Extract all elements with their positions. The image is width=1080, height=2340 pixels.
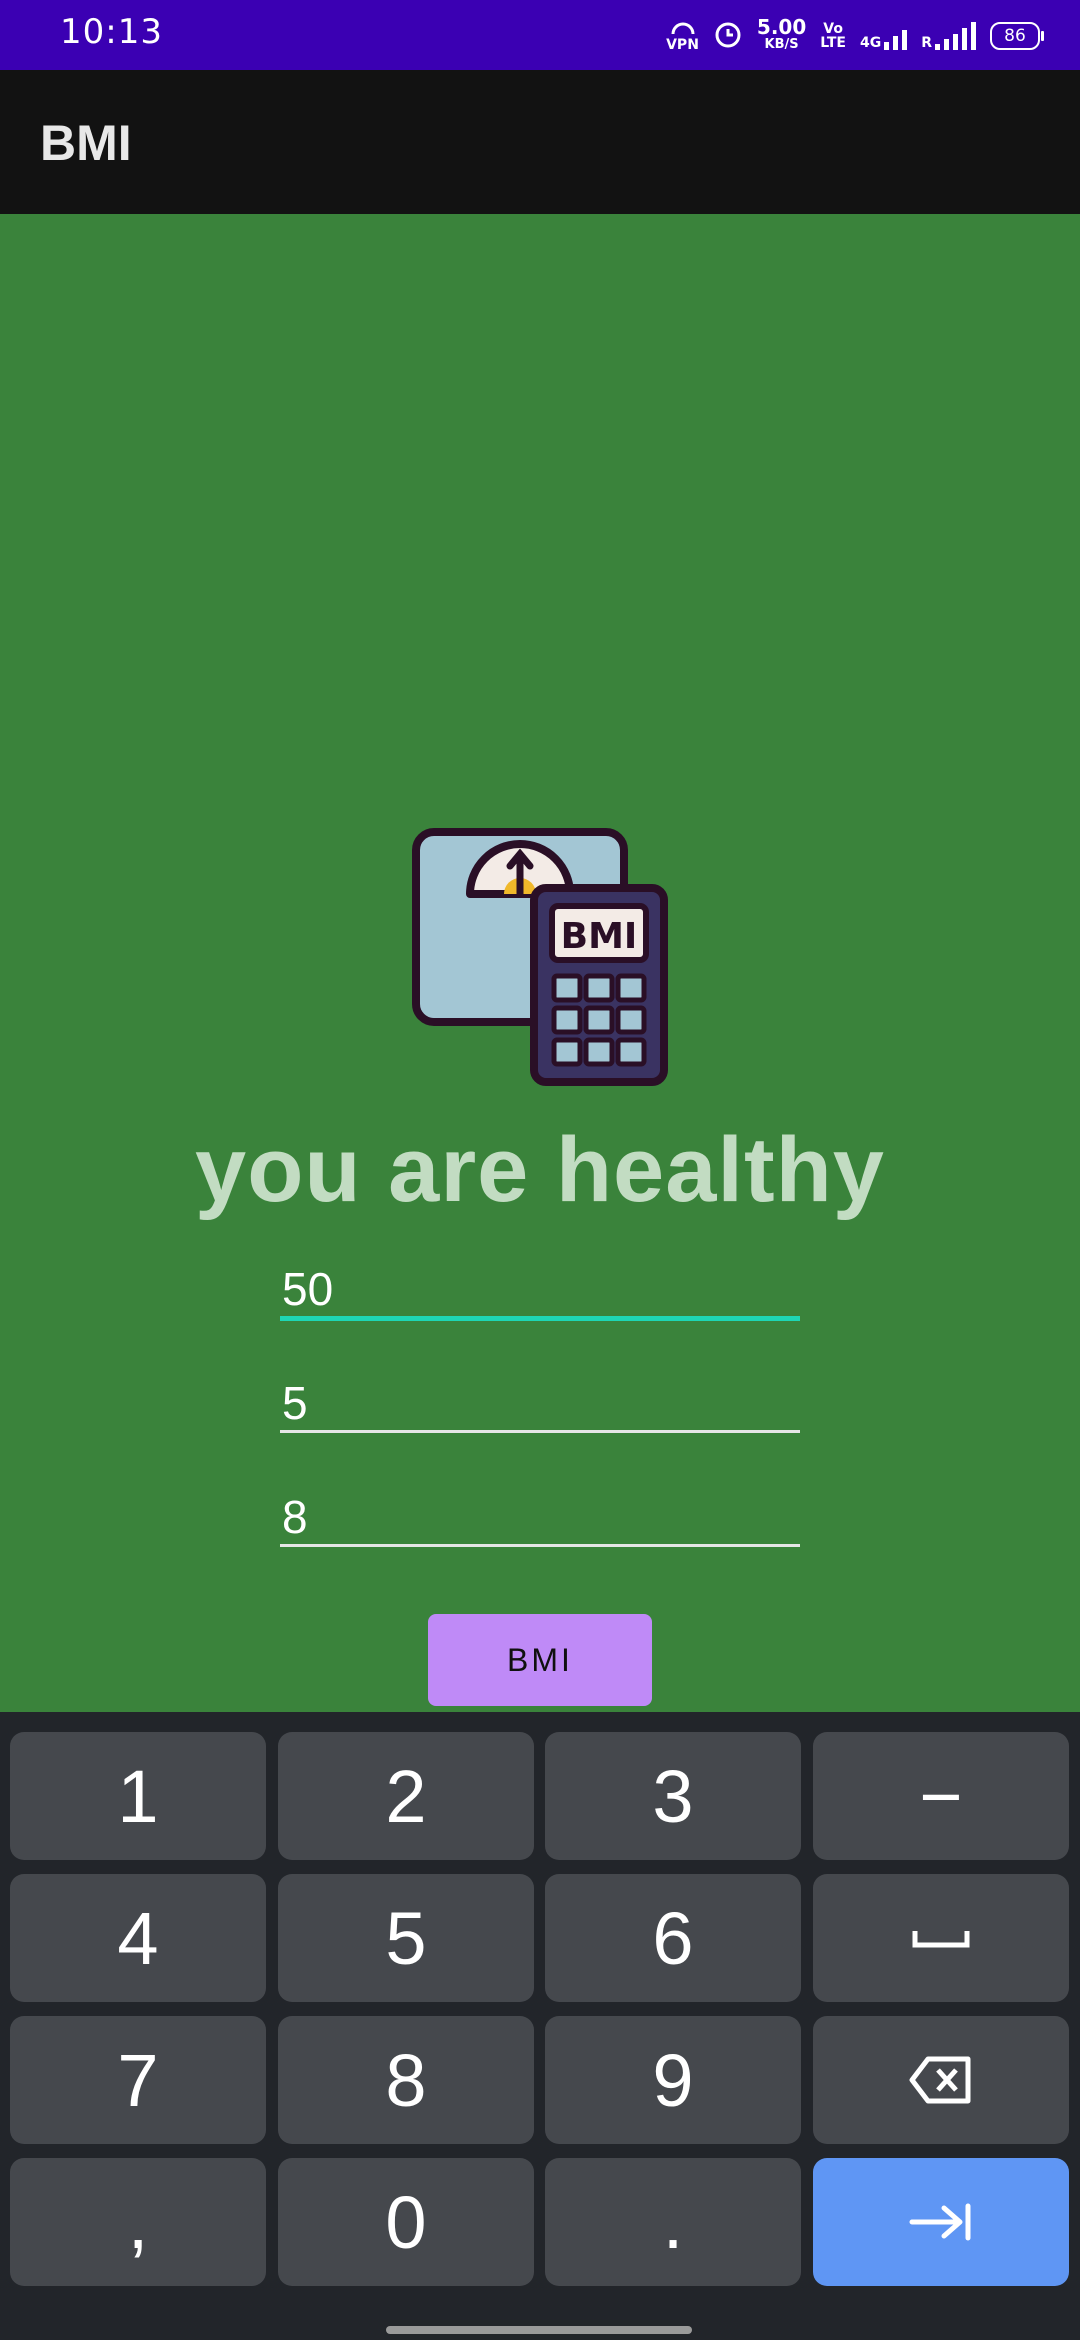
key-7[interactable]: 7 bbox=[10, 2016, 266, 2144]
weight-field[interactable] bbox=[280, 1262, 800, 1321]
height-feet-field[interactable] bbox=[280, 1376, 800, 1433]
svg-text:BMI: BMI bbox=[561, 916, 638, 957]
key-5[interactable]: 5 bbox=[278, 1874, 534, 2002]
key-9[interactable]: 9 bbox=[545, 2016, 801, 2144]
key-0[interactable]: 0 bbox=[278, 2158, 534, 2286]
key-4[interactable]: 4 bbox=[10, 1874, 266, 2002]
result-text: you are healthy bbox=[195, 1119, 885, 1221]
tab-enter-icon bbox=[909, 2203, 971, 2241]
key-minus[interactable]: − bbox=[813, 1732, 1069, 1860]
height-inches-field[interactable] bbox=[280, 1490, 800, 1547]
bmi-button[interactable]: BMI bbox=[428, 1614, 652, 1706]
key-space[interactable] bbox=[813, 1874, 1069, 2002]
space-bar-icon bbox=[912, 1931, 970, 1948]
alarm-icon bbox=[713, 19, 743, 53]
bmi-scale-calculator-icon: BMI bbox=[410, 826, 670, 1090]
status-time: 10:13 bbox=[60, 12, 163, 52]
gesture-nav-bar[interactable] bbox=[386, 2326, 692, 2334]
vpn-icon: VPN bbox=[666, 21, 699, 52]
key-8[interactable]: 8 bbox=[278, 2016, 534, 2144]
field-underline bbox=[280, 1316, 800, 1321]
app-bar: BMI bbox=[0, 70, 1080, 214]
field-underline bbox=[280, 1430, 800, 1433]
backspace-icon bbox=[909, 2056, 971, 2104]
battery-icon: 86 bbox=[990, 22, 1044, 50]
height-inches-input[interactable] bbox=[280, 1490, 800, 1544]
key-enter[interactable] bbox=[813, 2158, 1069, 2286]
network-speed: 5.00 KB/S bbox=[756, 15, 807, 52]
key-3[interactable]: 3 bbox=[545, 1732, 801, 1860]
key-6[interactable]: 6 bbox=[545, 1874, 801, 2002]
key-2[interactable]: 2 bbox=[278, 1732, 534, 1860]
app-title: BMI bbox=[40, 115, 132, 171]
signal-roaming-icon: R bbox=[921, 22, 976, 50]
status-bar: 10:13 VPN 5.00 KB/S Vo LTE 4G R 86 bbox=[0, 0, 1080, 70]
weight-input[interactable] bbox=[280, 1262, 800, 1316]
status-icons: VPN 5.00 KB/S Vo LTE 4G R 86 bbox=[666, 14, 1044, 58]
key-period[interactable]: . bbox=[545, 2158, 801, 2286]
key-1[interactable]: 1 bbox=[10, 1732, 266, 1860]
signal-4g-icon: 4G bbox=[860, 22, 908, 50]
height-feet-input[interactable] bbox=[280, 1376, 800, 1430]
key-backspace[interactable] bbox=[813, 2016, 1069, 2144]
volte-icon: Vo LTE bbox=[820, 21, 846, 51]
field-underline bbox=[280, 1544, 800, 1547]
key-comma[interactable]: , bbox=[10, 2158, 266, 2286]
